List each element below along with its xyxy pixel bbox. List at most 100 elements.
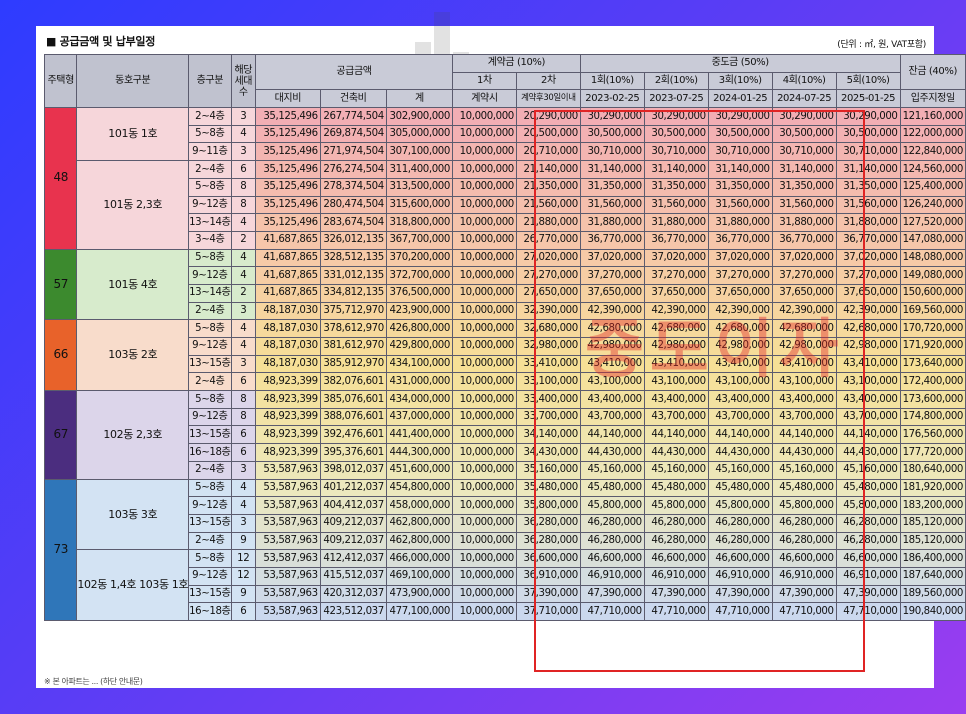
land-cell: 53,587,963 xyxy=(254,549,321,568)
balance-cell: 181,920,000 xyxy=(899,478,966,498)
middle-payment-cell: 31,140,000 xyxy=(643,160,709,179)
building-cell: 409,212,037 xyxy=(319,531,387,551)
middle-payment-cell: 30,500,000 xyxy=(579,124,645,144)
floor-cell: 2~4층 xyxy=(188,301,232,321)
building-cell: 404,412,037 xyxy=(319,496,387,515)
header-balance: 잔금 (40%) xyxy=(899,53,966,91)
deposit2-cell: 36,280,000 xyxy=(515,531,581,551)
building-cell: 388,076,601 xyxy=(319,407,387,427)
land-cell: 53,587,963 xyxy=(254,531,321,551)
total-cell: 318,800,000 xyxy=(385,213,453,232)
middle-payment-cell: 43,100,000 xyxy=(579,372,645,392)
land-cell: 48,187,030 xyxy=(254,337,321,356)
middle-payment-cell: 30,290,000 xyxy=(835,107,901,126)
unit-note: (단위 : ㎡, 원, VAT포함) xyxy=(837,40,926,50)
building-cell: 409,212,037 xyxy=(319,513,387,533)
middle-payment-cell: 45,800,000 xyxy=(579,496,645,515)
middle-payment-cell: 44,140,000 xyxy=(707,425,773,445)
middle-payment-cell: 31,560,000 xyxy=(771,195,837,215)
middle-payment-cell: 45,480,000 xyxy=(643,478,709,498)
floor-cell: 9~11층 xyxy=(188,142,232,162)
deposit1-cell: 10,000,000 xyxy=(451,602,517,621)
building-cell: 328,512,135 xyxy=(319,248,387,268)
deposit1-cell: 10,000,000 xyxy=(451,425,517,445)
middle-payment-cell: 46,280,000 xyxy=(643,531,709,551)
households-cell: 3 xyxy=(230,107,256,126)
floor-cell: 2~4층 xyxy=(188,372,232,392)
middle-payment-cell: 46,280,000 xyxy=(835,513,901,533)
floor-cell: 5~8층 xyxy=(188,319,232,338)
balance-cell: 177,720,000 xyxy=(899,443,966,462)
middle-payment-cell: 31,880,000 xyxy=(579,213,645,232)
deposit1-cell: 10,000,000 xyxy=(451,407,517,427)
middle-payment-cell: 43,400,000 xyxy=(643,390,709,409)
header-mid-date: 2024-07-25 xyxy=(771,89,837,109)
middle-payment-cell: 31,140,000 xyxy=(771,160,837,179)
balance-cell: 169,560,000 xyxy=(899,301,966,321)
total-cell: 444,300,000 xyxy=(385,443,453,462)
land-cell: 53,587,963 xyxy=(254,513,321,533)
type-cell: 67 xyxy=(43,390,78,480)
balance-cell: 171,920,000 xyxy=(899,337,966,356)
land-cell: 48,187,030 xyxy=(254,301,321,321)
building-cell: 276,274,504 xyxy=(319,160,387,179)
balance-cell: 148,080,000 xyxy=(899,248,966,268)
dong-cell: 103동 2호 xyxy=(76,319,190,392)
middle-payment-cell: 44,140,000 xyxy=(579,425,645,445)
middle-payment-cell: 45,160,000 xyxy=(579,460,645,480)
deposit2-cell: 35,160,000 xyxy=(515,460,581,480)
header-land: 대지비 xyxy=(254,89,321,109)
middle-payment-cell: 43,410,000 xyxy=(771,354,837,374)
total-cell: 423,900,000 xyxy=(385,301,453,321)
total-cell: 307,100,000 xyxy=(385,142,453,162)
middle-payment-cell: 31,880,000 xyxy=(707,213,773,232)
header-floor: 층구분 xyxy=(188,53,232,109)
middle-payment-cell: 30,500,000 xyxy=(771,124,837,144)
households-cell: 4 xyxy=(230,213,256,232)
header-dep2: 2차 xyxy=(515,71,581,91)
total-cell: 372,700,000 xyxy=(385,266,453,285)
deposit2-cell: 35,800,000 xyxy=(515,496,581,515)
deposit1-cell: 10,000,000 xyxy=(451,337,517,356)
middle-payment-cell: 31,880,000 xyxy=(835,213,901,232)
building-cell: 412,412,037 xyxy=(319,549,387,568)
total-cell: 367,700,000 xyxy=(385,230,453,250)
land-cell: 48,923,399 xyxy=(254,425,321,445)
building-cell: 423,512,037 xyxy=(319,602,387,621)
middle-payment-cell: 42,680,000 xyxy=(707,319,773,338)
type-cell: 73 xyxy=(43,478,78,621)
balance-cell: 183,200,000 xyxy=(899,496,966,515)
deposit2-cell: 32,680,000 xyxy=(515,319,581,338)
deposit2-cell: 33,400,000 xyxy=(515,390,581,409)
middle-payment-cell: 42,680,000 xyxy=(835,319,901,338)
deposit2-cell: 34,430,000 xyxy=(515,443,581,462)
deposit2-cell: 36,600,000 xyxy=(515,549,581,568)
deposit1-cell: 10,000,000 xyxy=(451,531,517,551)
middle-payment-cell: 37,270,000 xyxy=(707,266,773,285)
households-cell: 4 xyxy=(230,319,256,338)
floor-cell: 2~4층 xyxy=(188,531,232,551)
households-cell: 9 xyxy=(230,531,256,551)
middle-payment-cell: 31,140,000 xyxy=(579,160,645,179)
deposit1-cell: 10,000,000 xyxy=(451,513,517,533)
middle-payment-cell: 30,710,000 xyxy=(707,142,773,162)
floor-cell: 13~15층 xyxy=(188,513,232,533)
total-cell: 429,800,000 xyxy=(385,337,453,356)
table-row: 102동 1,4호 103동 1호 5~8층 12 53,587,963 412,412… xyxy=(45,549,966,621)
type-cell: 66 xyxy=(43,319,78,392)
deposit2-cell: 32,980,000 xyxy=(515,337,581,356)
middle-payment-cell: 47,390,000 xyxy=(643,584,709,604)
table-row: 73 103동 3호 5~8층 4 53,587,963 401,212,037 454,8… xyxy=(43,478,966,621)
middle-payment-cell: 37,650,000 xyxy=(835,283,901,303)
households-cell: 6 xyxy=(230,372,256,392)
land-cell: 35,125,496 xyxy=(254,142,321,162)
building-cell: 267,774,504 xyxy=(319,107,387,126)
total-cell: 434,100,000 xyxy=(385,354,453,374)
middle-payment-cell: 44,430,000 xyxy=(771,443,837,462)
middle-payment-cell: 42,390,000 xyxy=(707,301,773,321)
middle-payment-cell: 37,020,000 xyxy=(771,248,837,268)
building-cell: 326,012,135 xyxy=(319,230,387,250)
header-dong: 동호구분 xyxy=(76,53,190,109)
building-cell: 415,512,037 xyxy=(319,566,387,586)
middle-payment-cell: 43,400,000 xyxy=(835,390,901,409)
